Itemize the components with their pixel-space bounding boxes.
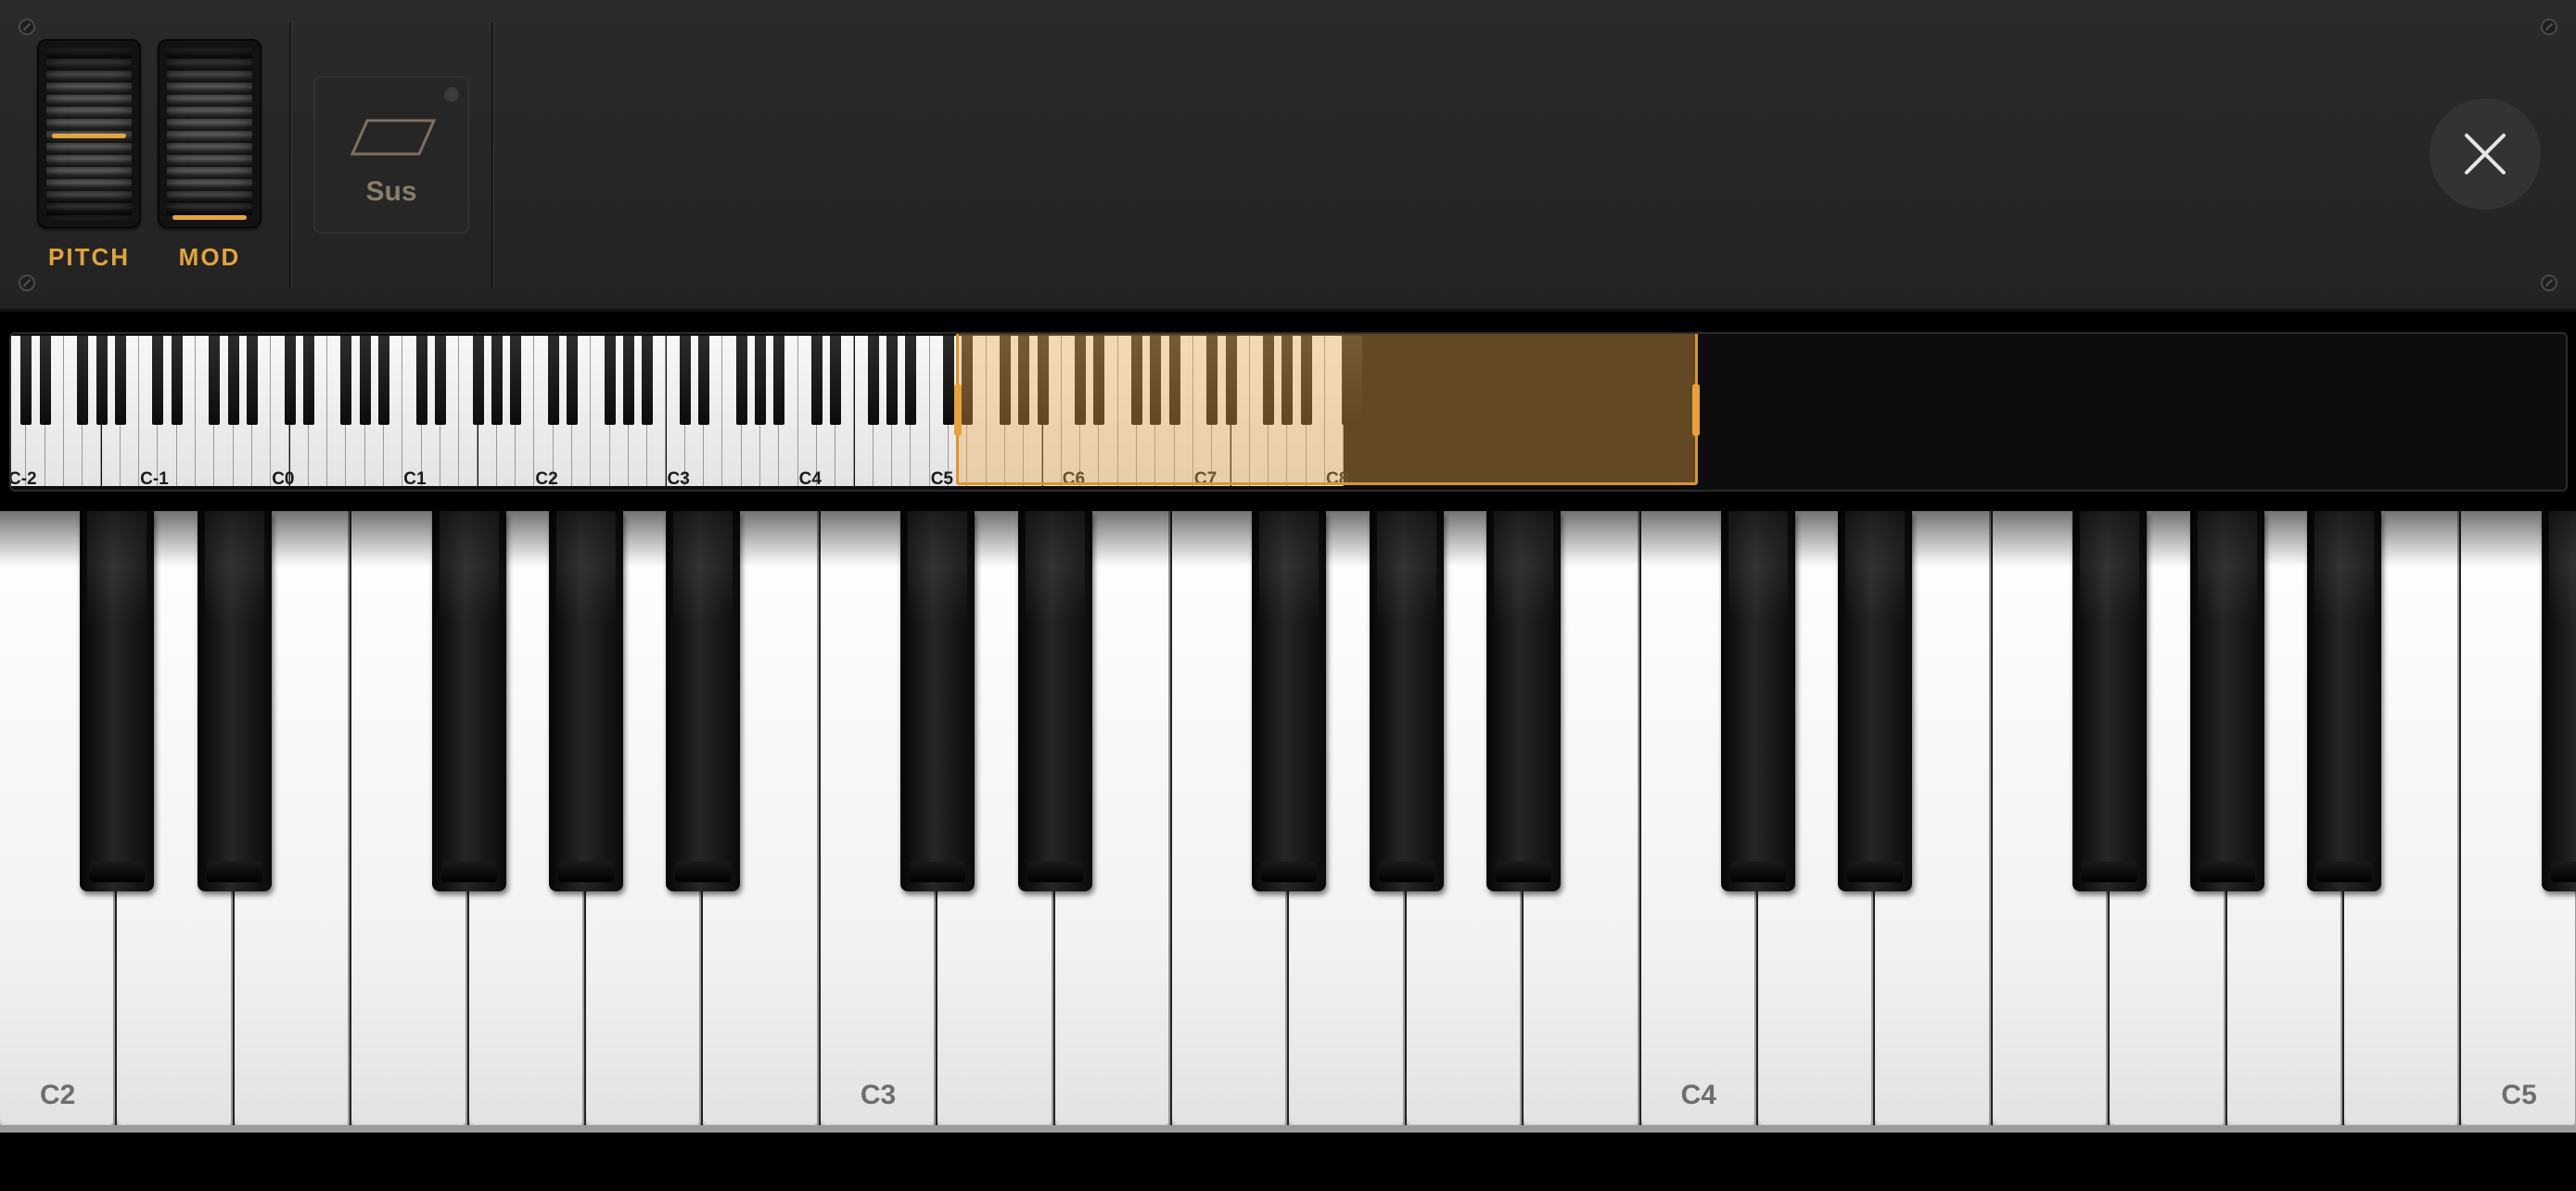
black-key[interactable]	[900, 511, 976, 891]
keyboard-overview[interactable]: C-2 C-1 C0 C1 C2 C3 C4 C5 C6 C7 C8	[9, 332, 2568, 492]
piano-screen: PITCH MOD Sus C-2 C-1 C0 C1 C2 C3 C4 C5 C6 C7 C8 C…	[0, 0, 2576, 1191]
close-icon	[2465, 134, 2506, 174]
screw-icon	[2541, 19, 2557, 35]
overview-black-key	[284, 336, 296, 425]
sustain-pedal-icon	[351, 119, 436, 156]
black-key[interactable]	[2307, 511, 2381, 891]
overview-black-key	[886, 336, 899, 425]
overview-black-key	[905, 336, 917, 425]
screw-icon	[19, 275, 35, 291]
overview-black-key	[359, 336, 371, 425]
overview-black-key	[77, 336, 89, 425]
overview-black-key	[547, 336, 559, 425]
overview-black-key	[604, 336, 616, 425]
close-button[interactable]	[2429, 98, 2541, 210]
overview-black-key	[867, 336, 879, 425]
screw-icon	[19, 19, 35, 35]
pitch-label: PITCH	[48, 243, 130, 271]
key-label: C2	[40, 1080, 76, 1110]
black-key[interactable]	[2541, 511, 2576, 891]
overview-black-key	[227, 336, 239, 425]
overview-black-key	[773, 336, 785, 425]
black-key[interactable]	[549, 511, 623, 891]
overview-black-key	[302, 336, 314, 425]
overview-black-key	[96, 336, 108, 425]
control-bar: PITCH MOD Sus	[0, 0, 2576, 312]
black-key[interactable]	[431, 511, 506, 891]
bottom-bar	[0, 1133, 2576, 1191]
black-key[interactable]	[1486, 511, 1562, 891]
overview-black-key	[415, 336, 427, 425]
overview-black-key	[152, 336, 164, 425]
overview-black-key	[567, 336, 578, 425]
overview-black-key	[698, 336, 710, 425]
overview-black-key	[171, 336, 183, 425]
divider	[491, 22, 494, 288]
sustain-led-icon	[443, 85, 460, 102]
overview-black-key	[830, 336, 842, 425]
overview-black-key	[472, 336, 484, 425]
overview-black-key	[622, 336, 634, 425]
overview-black-key	[735, 336, 747, 425]
black-key[interactable]	[197, 511, 272, 891]
overview-black-key	[434, 336, 446, 425]
black-key[interactable]	[1369, 511, 1444, 891]
black-key[interactable]	[2189, 511, 2264, 891]
overview-black-key	[943, 336, 954, 425]
black-key[interactable]	[1252, 511, 1327, 891]
black-key[interactable]	[80, 511, 155, 891]
overview-octave-label: C3	[667, 469, 690, 489]
overview-octave-label: C0	[272, 469, 295, 489]
overview-black-key	[39, 336, 51, 425]
black-key[interactable]	[1838, 511, 1913, 891]
overview-black-key	[810, 336, 823, 425]
overview-black-key	[755, 336, 766, 425]
overview-black-key	[491, 336, 503, 425]
black-key[interactable]	[1721, 511, 1795, 891]
overview-octave-label: C1	[403, 469, 427, 489]
overview-octave-label: C5	[930, 469, 953, 489]
overview-black-key	[510, 336, 522, 425]
pitch-wheel-indicator	[52, 134, 126, 138]
sustain-label: Sus	[365, 176, 417, 207]
divider	[289, 22, 292, 288]
mod-label: MOD	[178, 243, 241, 271]
overview-octave-label: C4	[798, 469, 822, 489]
range-end-handle[interactable]	[1692, 384, 1700, 436]
overview-black-key	[378, 336, 389, 425]
black-key[interactable]	[1017, 511, 1092, 891]
sustain-button[interactable]: Sus	[313, 76, 469, 234]
overview-black-key	[679, 336, 691, 425]
overview-black-key	[246, 336, 258, 425]
key-label: C3	[860, 1080, 897, 1110]
key-label: C4	[1680, 1080, 1716, 1110]
pitch-wheel[interactable]	[37, 39, 141, 228]
overview-octave-label: C-2	[9, 469, 37, 489]
overview-octave-label: C-1	[140, 469, 169, 489]
black-key[interactable]	[666, 511, 741, 891]
piano-keyboard: C2 C3 C4 C5	[0, 511, 2576, 1133]
key-label: C5	[2501, 1080, 2537, 1110]
black-key[interactable]	[2072, 511, 2148, 891]
overview-visible-range[interactable]	[954, 334, 1700, 485]
overview-black-key	[642, 336, 654, 425]
overview-black-key	[20, 336, 32, 425]
mod-wheel-indicator	[172, 215, 247, 220]
range-start-handle[interactable]	[954, 384, 962, 436]
overview-black-key	[340, 336, 352, 425]
screw-icon	[2541, 275, 2557, 291]
overview-black-key	[114, 336, 126, 425]
mod-wheel[interactable]	[158, 39, 261, 228]
overview-black-key	[209, 336, 221, 425]
overview-octave-label: C2	[535, 469, 558, 489]
